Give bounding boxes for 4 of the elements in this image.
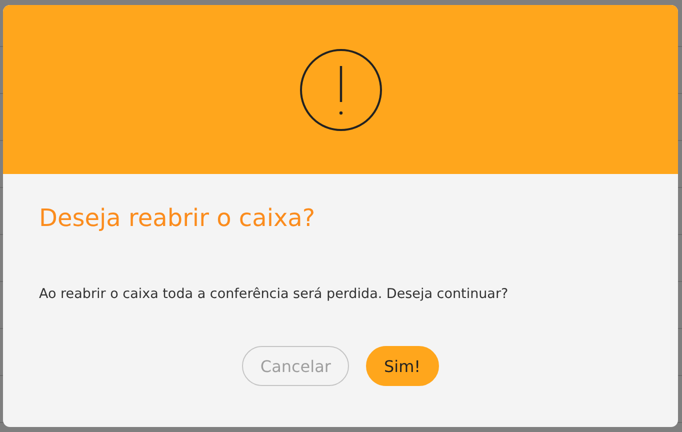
dialog-title: Deseja reabrir o caixa?	[39, 204, 316, 232]
warning-icon	[298, 48, 382, 132]
dialog-message: Ao reabrir o caixa toda a conferência será perdida. Deseja continuar?	[39, 286, 510, 302]
confirm-button[interactable]: Sim!	[366, 346, 439, 386]
